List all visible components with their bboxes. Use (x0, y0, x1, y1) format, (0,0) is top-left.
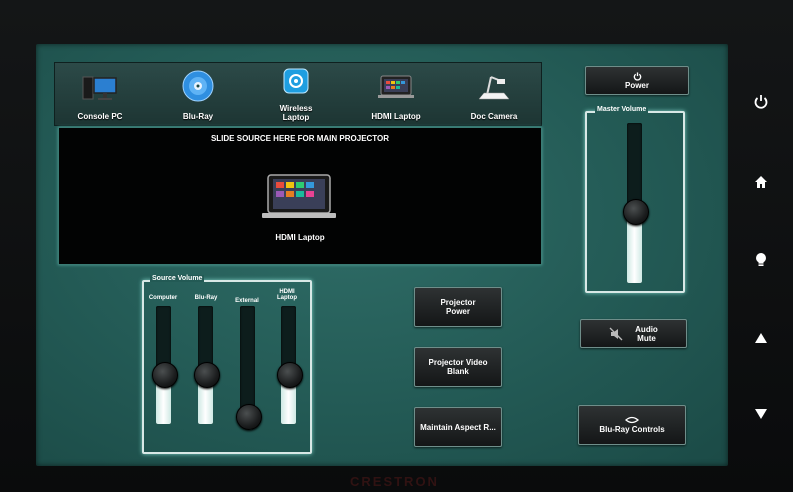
audio-mute-text: Audio Mute (635, 325, 658, 343)
slider-knob[interactable] (235, 404, 262, 430)
side-up-button[interactable] (748, 325, 774, 351)
bluray-volume-slider[interactable] (193, 306, 220, 424)
source-label: Console PC (77, 112, 123, 121)
source-label: Doc Camera (470, 112, 518, 121)
fader-label-computer: Computer (148, 295, 178, 301)
source-selector-bar: Console PC Blu-Ray Wireless Laptop HDMI … (54, 62, 542, 126)
wireless-icon (283, 68, 309, 94)
brand-logo: CRESTRON (350, 474, 439, 489)
fader-label-hdmi-laptop: HDMI Laptop (270, 289, 304, 301)
fader-label-bluray: Blu-Ray (194, 295, 218, 301)
source-doc-camera[interactable]: Doc Camera (449, 63, 539, 125)
maintain-aspect-ratio-button[interactable]: Maintain Aspect R... (414, 407, 502, 447)
power-icon (754, 95, 768, 109)
console-pc-icon (82, 76, 117, 100)
source-label: HDMI Laptop (371, 112, 421, 121)
down-arrow-icon (755, 409, 767, 419)
button-line1: Projector Video (428, 358, 488, 367)
button-line2: Mute (637, 333, 656, 343)
lightbulb-icon (756, 253, 766, 266)
side-power-button[interactable] (748, 89, 774, 115)
master-volume-group: Master Volume (585, 106, 685, 293)
up-arrow-icon (755, 333, 767, 343)
hdmi-laptop-icon (262, 174, 336, 218)
hdmi-laptop-volume-slider[interactable] (276, 306, 303, 424)
bluray-disc-icon (182, 70, 214, 102)
main-projector-drop-zone[interactable]: SLIDE SOURCE HERE FOR MAIN PROJECTOR HDM… (58, 127, 542, 265)
source-console-pc[interactable]: Console PC (55, 63, 145, 125)
master-volume-slider[interactable] (622, 123, 649, 283)
button-line1: Audio (635, 324, 658, 334)
slider-knob[interactable] (622, 199, 649, 225)
source-volume-group: Source Volume Computer Blu-Ray External … (142, 275, 312, 454)
source-label-line2: Laptop (282, 113, 310, 122)
side-lights-button[interactable] (748, 247, 774, 273)
fader-label-external: External (235, 298, 259, 304)
doc-camera-icon (478, 76, 510, 100)
source-bluray[interactable]: Blu-Ray (153, 63, 243, 125)
speaker-muted-icon (609, 327, 623, 340)
master-volume-title: Master Volume (595, 106, 649, 113)
computer-volume-slider[interactable] (151, 306, 178, 424)
bluray-controls-label: Blu-Ray Controls (599, 425, 665, 434)
home-icon (755, 176, 767, 188)
slider-knob[interactable] (276, 362, 303, 389)
source-label: Wireless Laptop (251, 104, 341, 122)
current-source-label: HDMI Laptop (275, 233, 325, 242)
power-icon (633, 71, 641, 81)
power-button-label: Power (624, 80, 649, 90)
drop-zone-title: SLIDE SOURCE HERE FOR MAIN PROJECTOR (210, 134, 390, 143)
hdmi-laptop-icon (378, 75, 414, 98)
power-button[interactable]: Power (585, 66, 689, 95)
bluray-logo-icon (625, 416, 639, 424)
fader-label-line2: Laptop (277, 295, 297, 301)
audio-mute-button[interactable]: Audio Mute (580, 319, 687, 348)
external-volume-slider[interactable] (235, 306, 262, 430)
slider-knob[interactable] (151, 362, 178, 389)
projector-power-button[interactable]: Projector Power (414, 287, 502, 327)
button-line2: Blank (447, 367, 469, 376)
source-label-line1: Wireless (279, 104, 313, 113)
source-volume-title: Source Volume (150, 275, 205, 282)
slider-knob[interactable] (193, 362, 220, 389)
button-line2: Power (445, 307, 470, 316)
source-wireless-laptop[interactable]: Wireless Laptop (251, 63, 341, 125)
side-down-button[interactable] (748, 401, 774, 427)
button-line1: Projector (440, 298, 476, 307)
source-label: Blu-Ray (182, 112, 214, 121)
bluray-controls-button[interactable]: Blu-Ray Controls (578, 405, 686, 445)
projector-video-blank-button[interactable]: Projector Video Blank (414, 347, 502, 387)
source-hdmi-laptop[interactable]: HDMI Laptop (351, 63, 441, 125)
side-home-button[interactable] (748, 169, 774, 195)
button-label: Maintain Aspect R... (420, 422, 496, 432)
